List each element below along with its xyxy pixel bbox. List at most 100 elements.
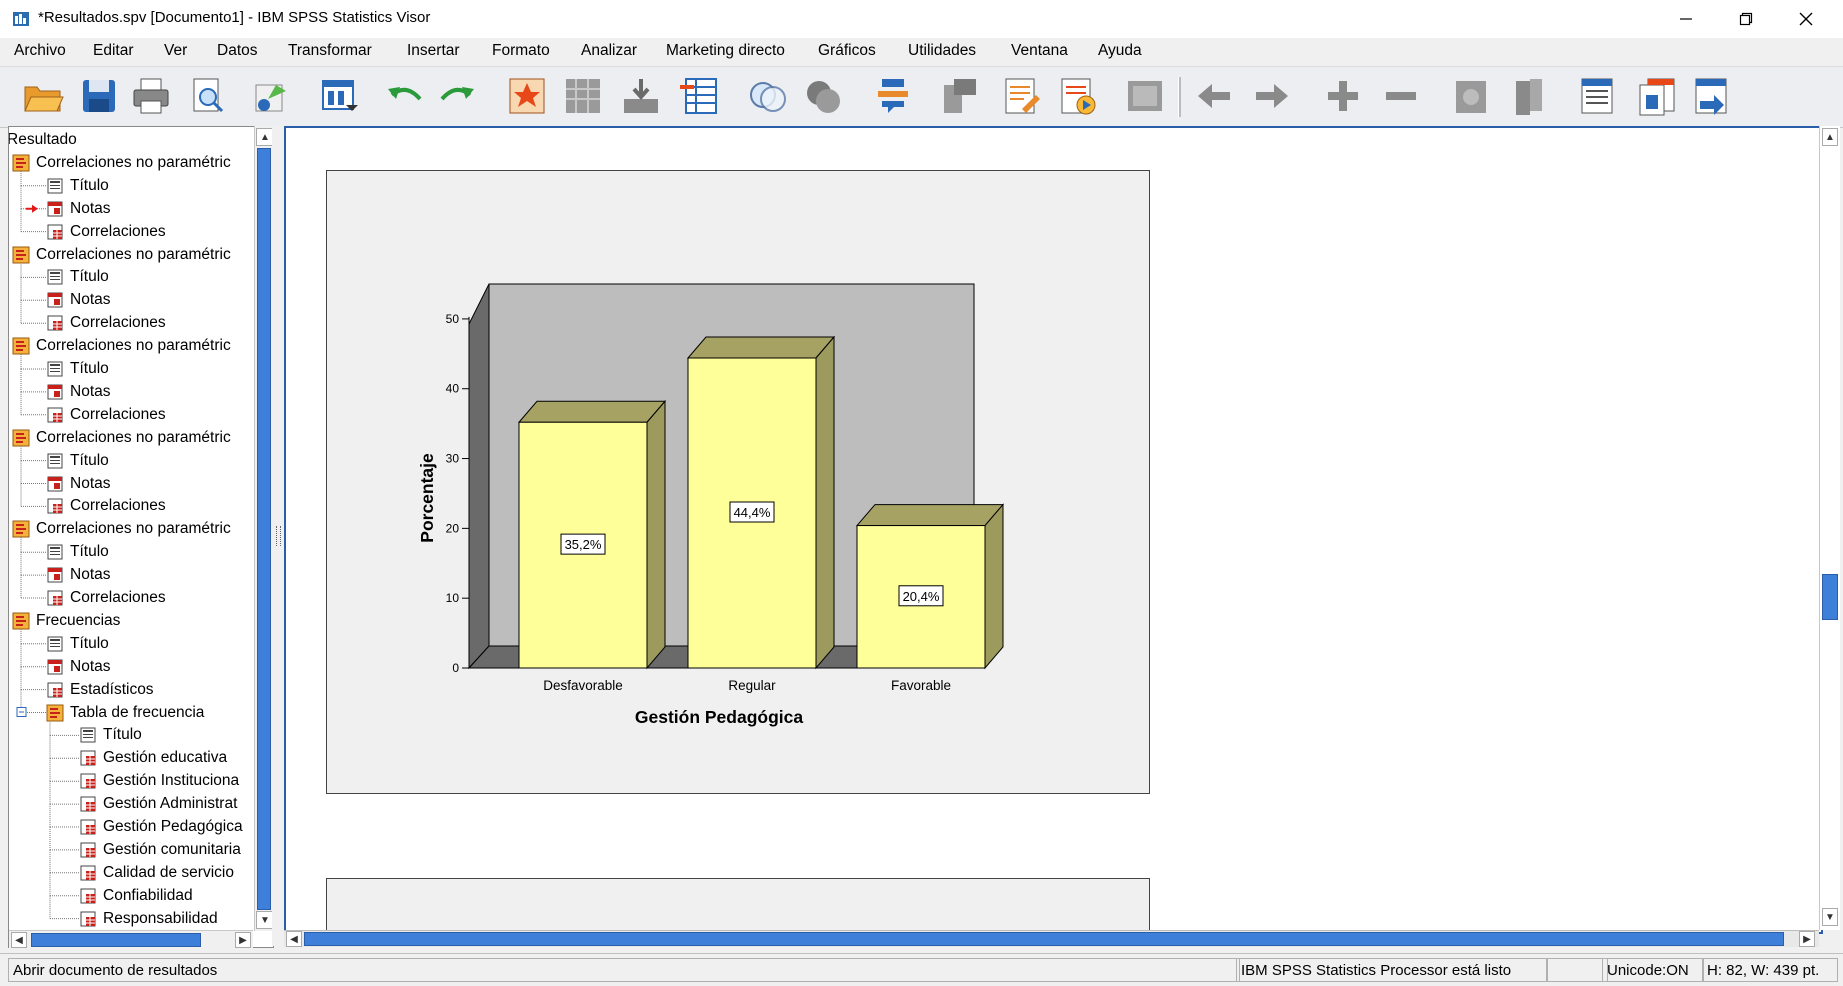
tree-item[interactable]: Notas <box>46 289 111 311</box>
restore-button[interactable] <box>1716 0 1776 38</box>
tree-item[interactable]: Correlaciones no paramétric <box>12 152 231 174</box>
tree-item[interactable]: Correlaciones no paramétric <box>12 518 231 540</box>
menu-formato[interactable]: Formato <box>492 42 550 60</box>
pane-splitter[interactable] <box>272 126 284 946</box>
tree-item[interactable]: Correlaciones <box>46 587 166 609</box>
tree-item[interactable]: Gestión Administrat <box>79 793 237 815</box>
print-icon[interactable] <box>130 75 172 117</box>
tree-item[interactable]: Confiabilidad <box>79 885 193 907</box>
tree-item[interactable]: Correlaciones no paramétric <box>12 335 231 357</box>
scroll-right-button[interactable]: ▶ <box>235 932 251 948</box>
tree-item[interactable]: Correlaciones no paramétric <box>12 427 231 449</box>
current-item-arrow-icon <box>26 204 38 213</box>
tree-item[interactable]: Título <box>46 633 109 655</box>
collapse-icon[interactable] <box>1380 75 1422 117</box>
menu-ver[interactable]: Ver <box>164 42 187 60</box>
content-scroll-down-button[interactable]: ▼ <box>1822 908 1838 926</box>
select-last-output-icon[interactable] <box>1576 75 1618 117</box>
tree-item[interactable]: Gestión educativa <box>79 747 227 769</box>
menu-transformar[interactable]: Transformar <box>288 42 372 60</box>
menu-marketing-directo[interactable]: Marketing directo <box>666 42 785 60</box>
tree-item[interactable]: Notas <box>46 381 111 403</box>
recall-dialog-icon[interactable] <box>318 75 360 117</box>
tree-item[interactable]: Título <box>46 266 109 288</box>
tree-item[interactable]: Notas <box>46 198 111 220</box>
menu-ventana[interactable]: Ventana <box>1011 42 1068 60</box>
content-scroll-left-button[interactable]: ◀ <box>286 931 302 947</box>
table-icon <box>80 819 96 835</box>
content-vertical-scrollbar[interactable]: ▲ ▼ <box>1819 126 1840 930</box>
show-icon[interactable] <box>1450 75 1492 117</box>
tree-item[interactable]: Correlaciones <box>46 404 166 426</box>
chart-frame[interactable]: 0 10 20 30 40 50 35,2% Desfavorable 44,4% Regular… <box>326 170 1150 794</box>
goto-case-icon[interactable] <box>562 75 604 117</box>
redo-icon[interactable] <box>436 75 478 117</box>
open-icon[interactable] <box>22 75 64 117</box>
print-preview-icon[interactable] <box>186 75 228 117</box>
menu-datos[interactable]: Datos <box>217 42 258 60</box>
tree-item[interactable]: Título <box>46 175 109 197</box>
outline-horizontal-scrollbar[interactable]: ◀ ▶ <box>9 930 253 949</box>
scroll-left-button[interactable]: ◀ <box>11 932 27 948</box>
tree-item[interactable]: Tabla de frecuencia <box>46 702 204 724</box>
run-script-icon[interactable] <box>940 75 982 117</box>
expand-icon[interactable] <box>1322 75 1364 117</box>
goto-variable-icon[interactable] <box>620 75 662 117</box>
insert-table-icon[interactable] <box>1636 75 1678 117</box>
variables-icon[interactable] <box>678 75 720 117</box>
tree-item[interactable]: Correlaciones no paramétric <box>12 244 231 266</box>
tree-item[interactable]: Frecuencias <box>12 610 120 632</box>
export-icon[interactable] <box>250 75 292 117</box>
designate-window-icon[interactable] <box>872 75 914 117</box>
tree-item[interactable]: Estadísticos <box>46 679 154 701</box>
tree-item[interactable]: Título <box>79 724 142 746</box>
demote-icon[interactable] <box>1250 75 1292 117</box>
menu-analizar[interactable]: Analizar <box>581 42 637 60</box>
export-output-icon[interactable] <box>1690 75 1732 117</box>
collapse-toggle-icon[interactable] <box>16 707 27 717</box>
tree-item[interactable]: Gestión Instituciona <box>79 770 239 792</box>
tree-item[interactable]: Correlaciones <box>46 495 166 517</box>
insert-text-icon[interactable] <box>1124 75 1166 117</box>
tree-item[interactable]: Gestión Pedagógica <box>79 816 243 838</box>
tree-item[interactable]: Notas <box>46 473 111 495</box>
tree-item[interactable]: Responsabilidad <box>79 908 218 930</box>
content-scroll-right-button[interactable]: ▶ <box>1799 931 1815 947</box>
save-icon[interactable] <box>78 75 120 117</box>
tree-item[interactable]: Correlaciones <box>46 221 166 243</box>
menu-archivo[interactable]: Archivo <box>14 42 66 60</box>
create-title-icon[interactable] <box>746 75 788 117</box>
tree-item[interactable]: Título <box>46 541 109 563</box>
menu-graficos[interactable]: Gráficos <box>818 42 876 60</box>
promote-icon[interactable] <box>1194 75 1236 117</box>
menu-editar[interactable]: Editar <box>93 42 134 60</box>
outline-pane: Resultado Correlaciones no paramétric Títu… <box>8 126 274 948</box>
x-category-label: Favorable <box>891 678 951 693</box>
content-horizontal-scrollbar[interactable]: ◀ ▶ <box>284 930 1819 947</box>
insert-title-icon[interactable] <box>1056 75 1098 117</box>
menu-insertar[interactable]: Insertar <box>407 42 460 60</box>
tree-item[interactable]: Título <box>46 358 109 380</box>
tree-item[interactable]: Notas <box>46 564 111 586</box>
tree-item[interactable]: Calidad de servicio <box>79 862 234 884</box>
content-hscroll-thumb[interactable] <box>304 932 1784 946</box>
tree-item[interactable]: Correlaciones <box>46 312 166 334</box>
content-scroll-up-button[interactable]: ▲ <box>1822 128 1838 146</box>
outline-scroll-thumb[interactable] <box>257 148 271 910</box>
tree-item[interactable]: Título <box>46 450 109 472</box>
next-output-frame[interactable] <box>326 878 1150 932</box>
hide-icon[interactable] <box>1508 75 1550 117</box>
content-scroll-thumb[interactable] <box>1822 574 1838 620</box>
tree-item[interactable]: Gestión comunitaria <box>79 839 241 861</box>
tree-item[interactable]: Notas <box>46 656 111 678</box>
close-button[interactable] <box>1776 0 1836 38</box>
insert-heading-icon[interactable] <box>1000 75 1042 117</box>
menu-utilidades[interactable]: Utilidades <box>908 42 976 60</box>
menu-ayuda[interactable]: Ayuda <box>1098 42 1142 60</box>
goto-data-icon[interactable] <box>506 75 548 117</box>
undo-icon[interactable] <box>384 75 426 117</box>
outline-vertical-scrollbar[interactable]: ▲ ▼ <box>254 126 274 931</box>
minimize-button[interactable] <box>1656 0 1716 38</box>
outline-hscroll-thumb[interactable] <box>31 933 201 947</box>
select-cases-icon[interactable] <box>802 75 844 117</box>
